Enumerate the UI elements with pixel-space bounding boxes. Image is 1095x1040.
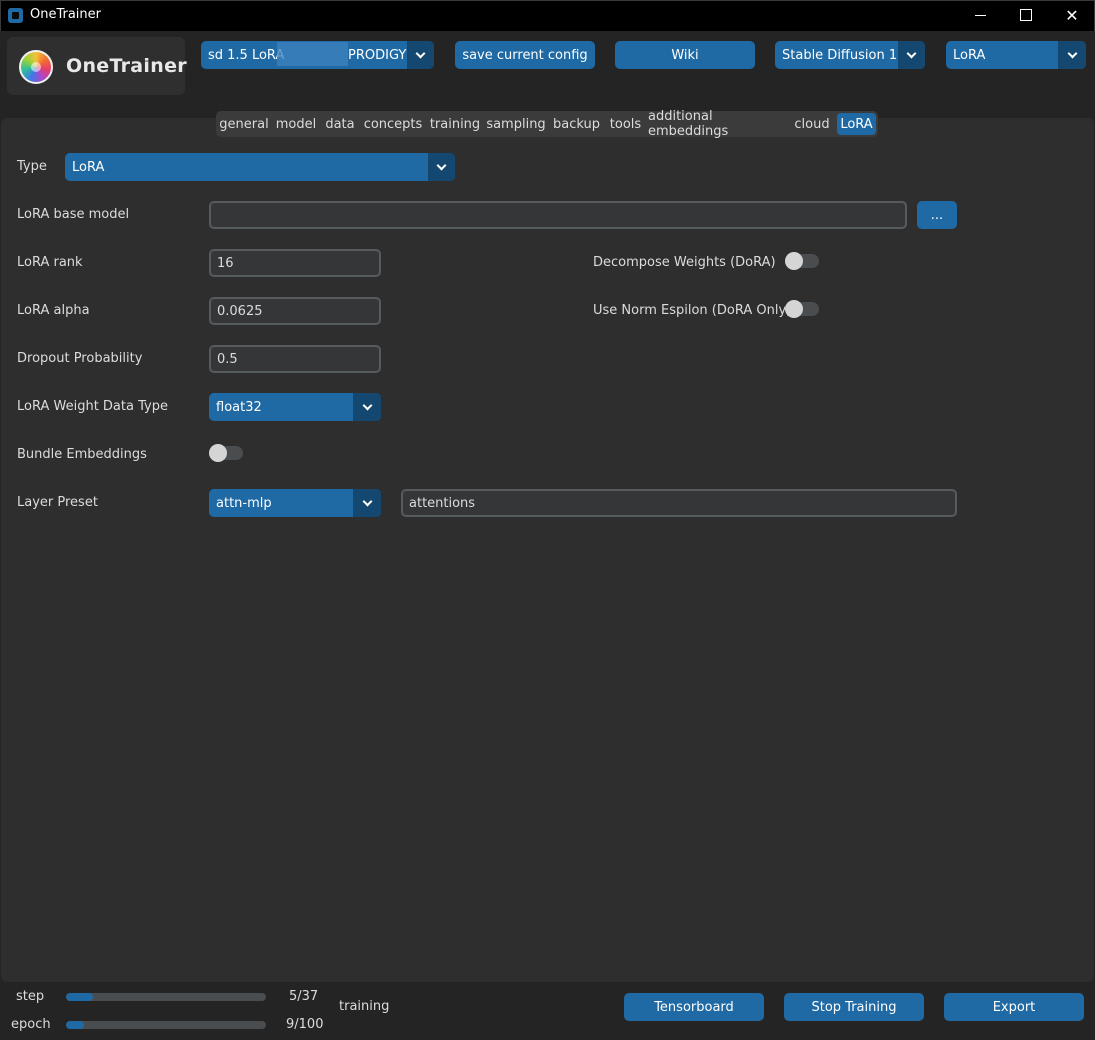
lora-alpha-input[interactable]: 0.0625	[209, 297, 381, 325]
chevron-down-icon[interactable]	[428, 153, 455, 181]
maximize-icon	[1020, 9, 1032, 21]
lora-base-model-label: LoRA base model	[17, 207, 130, 222]
lora-base-model-input[interactable]	[209, 201, 907, 229]
norm-epsilon-label: Use Norm Espilon (DoRA Only)	[593, 303, 792, 318]
close-button[interactable]: ✕	[1049, 0, 1095, 30]
epoch-label: epoch	[11, 1017, 51, 1032]
training-method-value: LoRA	[953, 47, 986, 63]
step-count: 5/37	[289, 989, 319, 1004]
tensorboard-button[interactable]: Tensorboard	[624, 993, 764, 1021]
chevron-down-icon[interactable]	[898, 41, 925, 69]
config-preset-prefix: sd 1.5 LoRA	[208, 47, 285, 63]
config-preset-select[interactable]: sd 1.5 LoRA PRODIGY	[201, 41, 434, 69]
dora-label: Decompose Weights (DoRA)	[593, 255, 776, 270]
lora-rank-input[interactable]: 16	[209, 249, 381, 277]
model-type-value: Stable Diffusion 1.5	[782, 47, 910, 63]
tab-additional-embeddings[interactable]: additional embeddings	[648, 109, 788, 139]
epoch-progress-bar	[66, 1021, 266, 1029]
maximize-button[interactable]	[1003, 0, 1049, 30]
stop-training-button[interactable]: Stop Training	[784, 993, 924, 1021]
epoch-progress-fill	[66, 1021, 84, 1029]
weight-dtype-value: float32	[216, 399, 262, 415]
tab-backup[interactable]: backup	[550, 113, 603, 135]
tab-lora[interactable]: LoRA	[837, 113, 876, 135]
model-type-select[interactable]: Stable Diffusion 1.5	[775, 41, 925, 69]
save-config-button[interactable]: save current config	[455, 41, 595, 69]
logo-text: OneTrainer	[66, 55, 187, 77]
status-bar	[0, 982, 1095, 1040]
chevron-down-icon[interactable]	[407, 41, 434, 69]
epoch-count: 9/100	[286, 1017, 324, 1032]
training-method-select[interactable]: LoRA	[946, 41, 1086, 69]
app-icon	[8, 8, 23, 23]
close-icon: ✕	[1065, 5, 1079, 25]
chevron-down-icon[interactable]	[353, 489, 381, 517]
tab-concepts[interactable]: concepts	[361, 113, 425, 135]
bundle-embeddings-switch[interactable]	[209, 444, 243, 462]
dropout-label: Dropout Probability	[17, 351, 143, 366]
dora-switch[interactable]	[785, 252, 819, 270]
bundle-embeddings-label: Bundle Embeddings	[17, 447, 147, 462]
tab-general[interactable]: general	[218, 113, 270, 135]
dropout-input[interactable]: 0.5	[209, 345, 381, 373]
lora-type-value: LoRA	[72, 159, 105, 175]
layer-preset-label: Layer Preset	[17, 495, 98, 510]
layer-preset-value: attn-mlp	[216, 495, 272, 511]
export-button[interactable]: Export	[944, 993, 1084, 1021]
minimize-button[interactable]	[957, 0, 1003, 30]
lora-alpha-label: LoRA alpha	[17, 303, 90, 318]
tab-sampling[interactable]: sampling	[485, 113, 547, 135]
training-status: training	[339, 999, 390, 1014]
onetrainer-logo-icon	[19, 50, 53, 84]
lora-type-select[interactable]: LoRA	[65, 153, 455, 181]
step-progress-bar	[66, 993, 266, 1001]
config-preset-suffix: PRODIGY	[348, 47, 407, 63]
lora-rank-label: LoRA rank	[17, 255, 83, 270]
wiki-button[interactable]: Wiki	[615, 41, 755, 69]
layer-filter-input[interactable]: attentions	[401, 489, 957, 517]
switch-knob	[785, 300, 803, 318]
switch-knob	[785, 252, 803, 270]
minimize-icon	[974, 14, 986, 16]
weight-dtype-label: LoRA Weight Data Type	[17, 399, 168, 414]
tab-tools[interactable]: tools	[606, 113, 645, 135]
tab-model[interactable]: model	[273, 113, 319, 135]
browse-button[interactable]: ...	[917, 201, 957, 229]
layer-preset-select[interactable]: attn-mlp	[209, 489, 381, 517]
tab-data[interactable]: data	[322, 113, 358, 135]
step-progress-fill	[66, 993, 93, 1001]
chevron-down-icon[interactable]	[1058, 41, 1086, 69]
type-label: Type	[17, 159, 47, 174]
chevron-down-icon[interactable]	[353, 393, 381, 421]
weight-dtype-select[interactable]: float32	[209, 393, 381, 421]
redacted-area	[277, 42, 348, 66]
switch-knob	[209, 444, 227, 462]
step-label: step	[16, 989, 45, 1004]
tab-training[interactable]: training	[428, 113, 482, 135]
window-titlebar	[0, 0, 1095, 31]
tab-cloud[interactable]: cloud	[791, 113, 833, 135]
window-title: OneTrainer	[30, 7, 102, 22]
tab-content-panel	[1, 118, 1094, 982]
norm-epsilon-switch[interactable]	[785, 300, 819, 318]
